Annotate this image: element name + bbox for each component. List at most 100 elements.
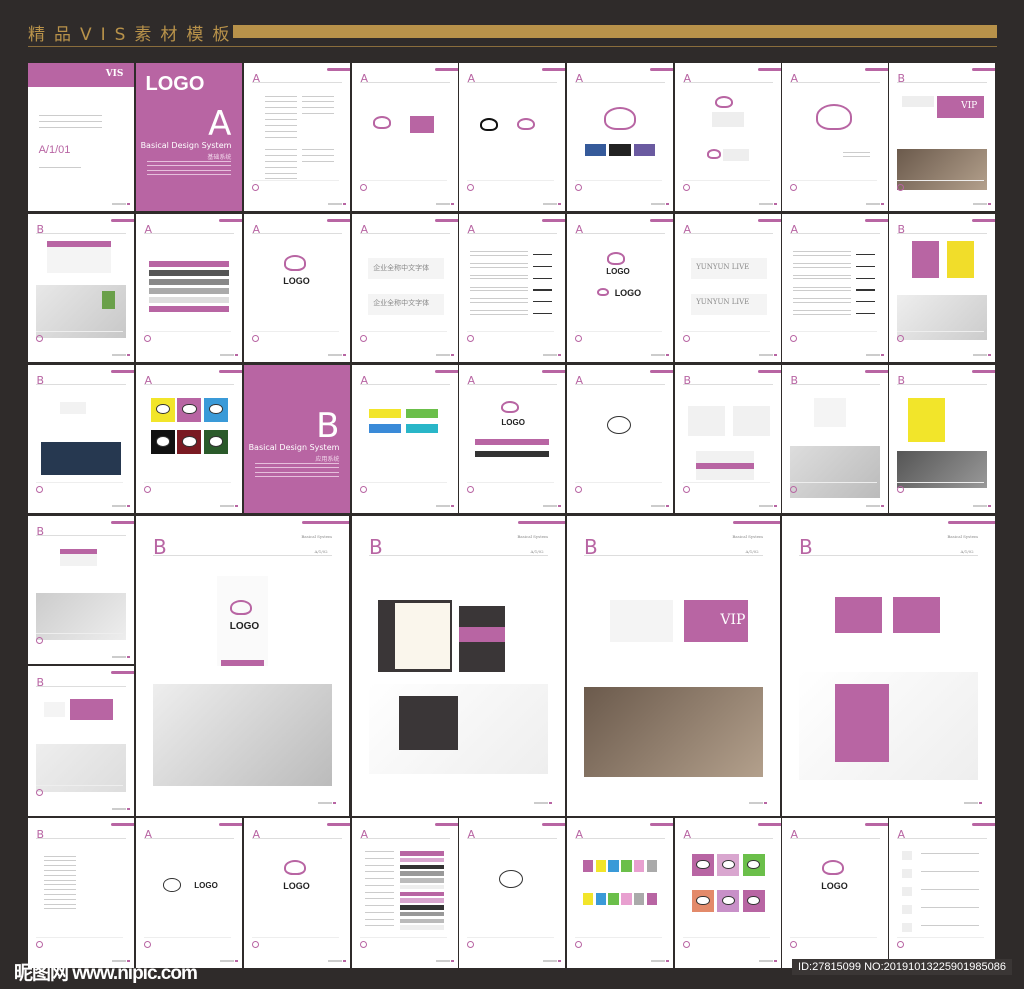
text-line bbox=[38, 114, 103, 116]
page-footer bbox=[650, 505, 669, 508]
text-line bbox=[364, 851, 395, 852]
section-cn: 应用系统 bbox=[315, 455, 340, 463]
section-tab bbox=[757, 219, 781, 222]
cloud-logo-icon bbox=[229, 600, 252, 616]
card-back bbox=[609, 600, 674, 642]
tab-sublabel: Basical System bbox=[947, 534, 978, 539]
text-line bbox=[265, 101, 297, 103]
page-font-en: A YUNYUN LIVE YUNYUN LIVE bbox=[675, 214, 781, 362]
cloud-logo-icon bbox=[715, 95, 734, 109]
notebook-band bbox=[458, 627, 506, 642]
speech-bubble bbox=[368, 409, 401, 419]
section-tab bbox=[434, 370, 458, 373]
color-block bbox=[582, 893, 594, 905]
page-footer bbox=[327, 960, 346, 962]
text-line bbox=[302, 154, 335, 156]
page-footer bbox=[542, 505, 561, 508]
color-row bbox=[399, 871, 445, 876]
section-tab bbox=[110, 671, 134, 674]
mascot-icon bbox=[717, 854, 740, 876]
page-mascot: A bbox=[567, 365, 673, 513]
header-divider bbox=[790, 233, 880, 235]
section-letter: B bbox=[369, 535, 383, 559]
section-tab bbox=[434, 68, 458, 71]
header-divider bbox=[584, 555, 763, 556]
section-tab bbox=[518, 521, 565, 524]
text-line bbox=[469, 278, 528, 280]
text-line bbox=[469, 262, 528, 264]
header-divider bbox=[144, 384, 234, 386]
caption-block bbox=[36, 482, 124, 494]
value bbox=[856, 277, 876, 279]
section-tab bbox=[302, 521, 349, 524]
mascot-icon bbox=[599, 406, 639, 446]
speech-bubble bbox=[368, 424, 401, 434]
text-line bbox=[792, 302, 851, 303]
cloud-logo-icon bbox=[604, 107, 637, 130]
cloud-logo-icon bbox=[706, 148, 721, 159]
mascot-icon bbox=[150, 397, 175, 422]
page-font-cn: A 企业全称中文字体 企业全称中文字体 bbox=[352, 214, 458, 362]
mascot-icon bbox=[177, 397, 202, 422]
van bbox=[733, 406, 771, 437]
text-line bbox=[364, 905, 395, 906]
section-tab bbox=[971, 370, 995, 373]
bag-yellow bbox=[947, 240, 974, 278]
mascot-face bbox=[696, 895, 710, 906]
color-block bbox=[633, 860, 645, 872]
caption-block bbox=[252, 180, 340, 192]
page-footer bbox=[435, 354, 454, 357]
value bbox=[856, 253, 876, 256]
text-line bbox=[792, 254, 851, 256]
caption-block bbox=[897, 180, 985, 192]
text-line bbox=[302, 148, 335, 150]
color-block bbox=[646, 893, 658, 905]
color-row bbox=[399, 857, 445, 863]
section-letter: B bbox=[799, 535, 813, 559]
page-toc: A bbox=[244, 63, 350, 211]
swatch-row bbox=[148, 296, 230, 303]
color-row bbox=[399, 918, 445, 923]
page-envelope: B bbox=[28, 214, 134, 362]
font-sample-cn: 企业全称中文字体 bbox=[373, 299, 430, 308]
text-line bbox=[792, 251, 851, 252]
page-list: B bbox=[28, 818, 134, 968]
page-large-cup: 应用部分 Basical System A/1/02 B LOGO bbox=[136, 516, 349, 816]
caption-block bbox=[467, 482, 555, 494]
page-footer bbox=[650, 960, 669, 962]
swatch-row bbox=[148, 288, 230, 294]
color-block bbox=[633, 893, 645, 905]
text-line bbox=[364, 898, 395, 900]
section-tab bbox=[757, 68, 781, 71]
mockup-photo bbox=[584, 687, 763, 777]
caption-block bbox=[252, 331, 340, 343]
header-divider bbox=[467, 233, 557, 235]
text-line bbox=[364, 911, 395, 913]
section-tab bbox=[110, 823, 134, 826]
mascot-icon bbox=[491, 860, 531, 900]
image-id: ID:27815099 NO:20191013225901985086 bbox=[792, 959, 1012, 975]
page-footer bbox=[111, 203, 130, 206]
caption-block bbox=[467, 180, 555, 192]
speech-bubble bbox=[406, 409, 438, 419]
page-color-blocks: A bbox=[567, 818, 673, 968]
section-tab bbox=[110, 521, 134, 524]
mascot-face bbox=[182, 403, 197, 415]
color-block bbox=[608, 893, 619, 905]
page-footer bbox=[327, 354, 346, 357]
section-tab bbox=[541, 370, 565, 373]
caption-block bbox=[360, 937, 448, 948]
caption-block bbox=[360, 331, 448, 343]
page-text-list: A bbox=[782, 214, 888, 362]
header-divider bbox=[252, 233, 342, 235]
header-divider bbox=[683, 384, 773, 386]
text-line bbox=[38, 166, 81, 168]
page-large-vip: 应用部分 Basical System A/1/02 B VIP bbox=[567, 516, 780, 816]
tab-label: 应用部分 bbox=[538, 526, 559, 532]
header-divider bbox=[575, 82, 665, 84]
color-row bbox=[399, 851, 445, 856]
text-line bbox=[469, 251, 528, 252]
mascot-icon bbox=[177, 430, 202, 455]
section-tab bbox=[110, 219, 134, 222]
page-footer bbox=[865, 203, 884, 206]
